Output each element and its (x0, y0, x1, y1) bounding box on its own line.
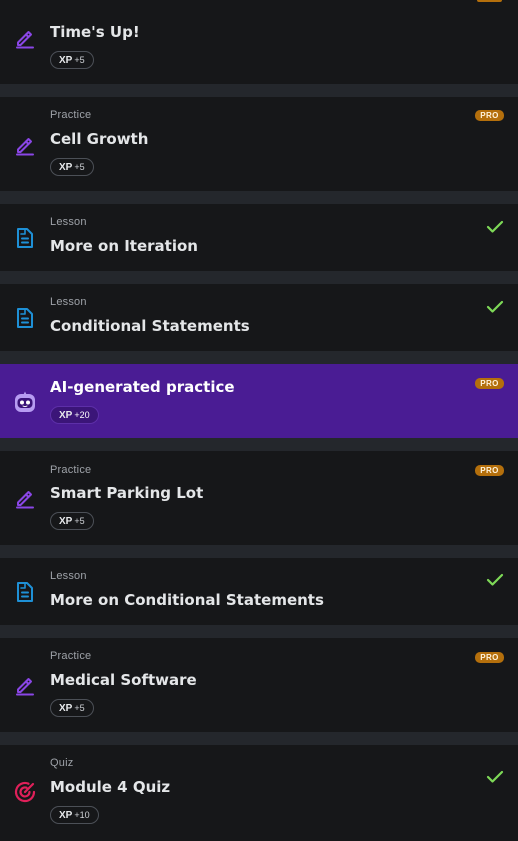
item-type: Lesson (50, 570, 87, 582)
ai-bot-icon (13, 390, 37, 414)
list-item-smart-parking-lot[interactable]: PRO Practice Smart Parking Lot XP +5 (0, 451, 518, 545)
item-type: Quiz (50, 757, 74, 769)
list-item-cell-growth[interactable]: PRO Practice Cell Growth XP +5 (0, 97, 518, 191)
pro-badge: PRO (475, 378, 504, 389)
item-type: Lesson (50, 296, 87, 308)
document-icon (13, 580, 37, 604)
pro-badge: PRO (475, 465, 504, 476)
pro-badge: PRO (475, 110, 504, 121)
item-title: Time's Up! (50, 23, 140, 41)
pro-badge (477, 0, 502, 2)
pencil-icon (13, 26, 37, 50)
xp-badge: XP +5 (50, 51, 94, 69)
pencil-icon (13, 133, 37, 157)
xp-badge: XP +5 (50, 158, 94, 176)
xp-badge: XP +5 (50, 699, 94, 717)
document-icon (13, 226, 37, 250)
xp-badge: XP +20 (50, 406, 99, 424)
list-item-ai-generated-practice[interactable]: PRO AI-generated practice XP +20 (0, 364, 518, 438)
document-icon (13, 306, 37, 330)
xp-badge: XP +5 (50, 512, 94, 530)
item-title: More on Conditional Statements (50, 591, 324, 609)
checkmark-icon (486, 220, 504, 234)
item-title: Conditional Statements (50, 317, 250, 335)
pro-badge: PRO (475, 652, 504, 663)
item-title: More on Iteration (50, 237, 198, 255)
list-item-module-4-quiz[interactable]: Quiz Module 4 Quiz XP +10 (0, 745, 518, 841)
list-item-conditional-statements[interactable]: Lesson Conditional Statements (0, 284, 518, 351)
item-title: AI-generated practice (50, 378, 235, 396)
item-type: Practice (50, 464, 92, 476)
item-title: Cell Growth (50, 130, 149, 148)
checkmark-icon (486, 573, 504, 587)
item-type: Lesson (50, 216, 87, 228)
checkmark-icon (486, 300, 504, 314)
item-title: Smart Parking Lot (50, 484, 204, 502)
target-icon (13, 780, 37, 804)
list-item-times-up[interactable]: Time's Up! XP +5 (0, 0, 518, 84)
item-title: Module 4 Quiz (50, 778, 171, 796)
list-item-more-on-iteration[interactable]: Lesson More on Iteration (0, 204, 518, 271)
xp-badge: XP +10 (50, 806, 99, 824)
list-item-medical-software[interactable]: PRO Practice Medical Software XP +5 (0, 638, 518, 732)
pencil-icon (13, 673, 37, 697)
item-type: Practice (50, 109, 92, 121)
checkmark-icon (486, 770, 504, 784)
item-type: Practice (50, 650, 92, 662)
pencil-icon (13, 486, 37, 510)
list-item-more-on-conditional-statements[interactable]: Lesson More on Conditional Statements (0, 558, 518, 625)
item-title: Medical Software (50, 671, 197, 689)
